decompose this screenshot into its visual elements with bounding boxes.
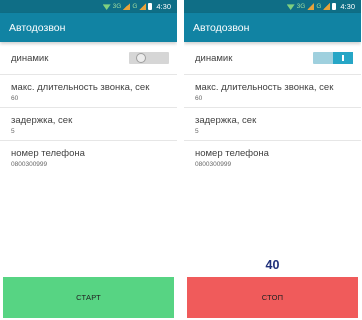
stop-button-label: СТОП	[261, 293, 284, 302]
signal-icon-2	[139, 3, 147, 10]
speaker-switch[interactable]	[129, 52, 169, 64]
speaker-label: динамик	[195, 52, 233, 64]
delay-value: 5	[195, 128, 199, 135]
wifi-icon	[286, 4, 295, 10]
app-title: Автодозвон	[9, 21, 66, 34]
phone-number-row[interactable]: номер телефона 0800300999	[0, 141, 177, 174]
phone-number-row[interactable]: номер телефона 0800300999	[184, 141, 361, 174]
speaker-row[interactable]: динамик	[184, 42, 361, 75]
status-bar: 3G G 4:30	[0, 0, 177, 13]
status-bar: 3G G 4:30	[184, 0, 361, 13]
clock: 4:30	[156, 2, 171, 11]
max-duration-label: макс. длительность звонка, сек	[11, 82, 150, 93]
speaker-row[interactable]: динамик	[0, 42, 177, 75]
wifi-icon	[102, 4, 111, 10]
settings-list: динамик макс. длительность звонка, сек 6…	[184, 42, 361, 174]
phone-number-label: номер телефона	[195, 148, 269, 159]
screen-divider	[177, 0, 184, 320]
speaker-switch[interactable]	[313, 52, 353, 64]
signal-icon-2	[323, 3, 331, 10]
max-duration-row[interactable]: макс. длительность звонка, сек 60	[0, 75, 177, 108]
network-type: 3G	[112, 3, 122, 10]
phone-number-label: номер телефона	[11, 148, 85, 159]
max-duration-value: 60	[195, 95, 203, 102]
start-button-label: СТАРТ	[76, 293, 101, 302]
stop-button[interactable]: СТОП	[187, 277, 358, 318]
phone-number-value: 0800300999	[195, 161, 232, 168]
phone-screen-idle: 3G G 4:30 Автодозвон динамик макс. длите…	[0, 0, 177, 320]
phone-number-value: 0800300999	[11, 161, 48, 168]
delay-label: задержка, сек	[195, 115, 257, 126]
max-duration-label: макс. длительность звонка, сек	[195, 82, 334, 93]
carrier-mark: G	[132, 3, 138, 10]
app-bar: Автодозвон	[0, 13, 177, 42]
delay-label: задержка, сек	[11, 115, 73, 126]
start-button[interactable]: СТАРТ	[3, 277, 174, 318]
battery-icon	[148, 3, 153, 10]
call-timer: 40	[265, 258, 280, 272]
signal-icon	[123, 3, 131, 10]
network-type: 3G	[296, 3, 306, 10]
switch-knob	[136, 53, 146, 63]
delay-value: 5	[11, 128, 15, 135]
delay-row[interactable]: задержка, сек 5	[184, 108, 361, 141]
phone-screen-calling: 3G G 4:30 Автодозвон динамик макс. длите…	[184, 0, 361, 320]
carrier-mark: G	[316, 3, 322, 10]
speaker-label: динамик	[11, 52, 49, 64]
battery-icon	[332, 3, 337, 10]
max-duration-value: 60	[11, 95, 19, 102]
app-title: Автодозвон	[193, 21, 250, 34]
max-duration-row[interactable]: макс. длительность звонка, сек 60	[184, 75, 361, 108]
switch-knob	[333, 52, 353, 64]
clock: 4:30	[340, 2, 355, 11]
signal-icon	[307, 3, 315, 10]
delay-row[interactable]: задержка, сек 5	[0, 108, 177, 141]
app-bar: Автодозвон	[184, 13, 361, 42]
settings-list: динамик макс. длительность звонка, сек 6…	[0, 42, 177, 174]
